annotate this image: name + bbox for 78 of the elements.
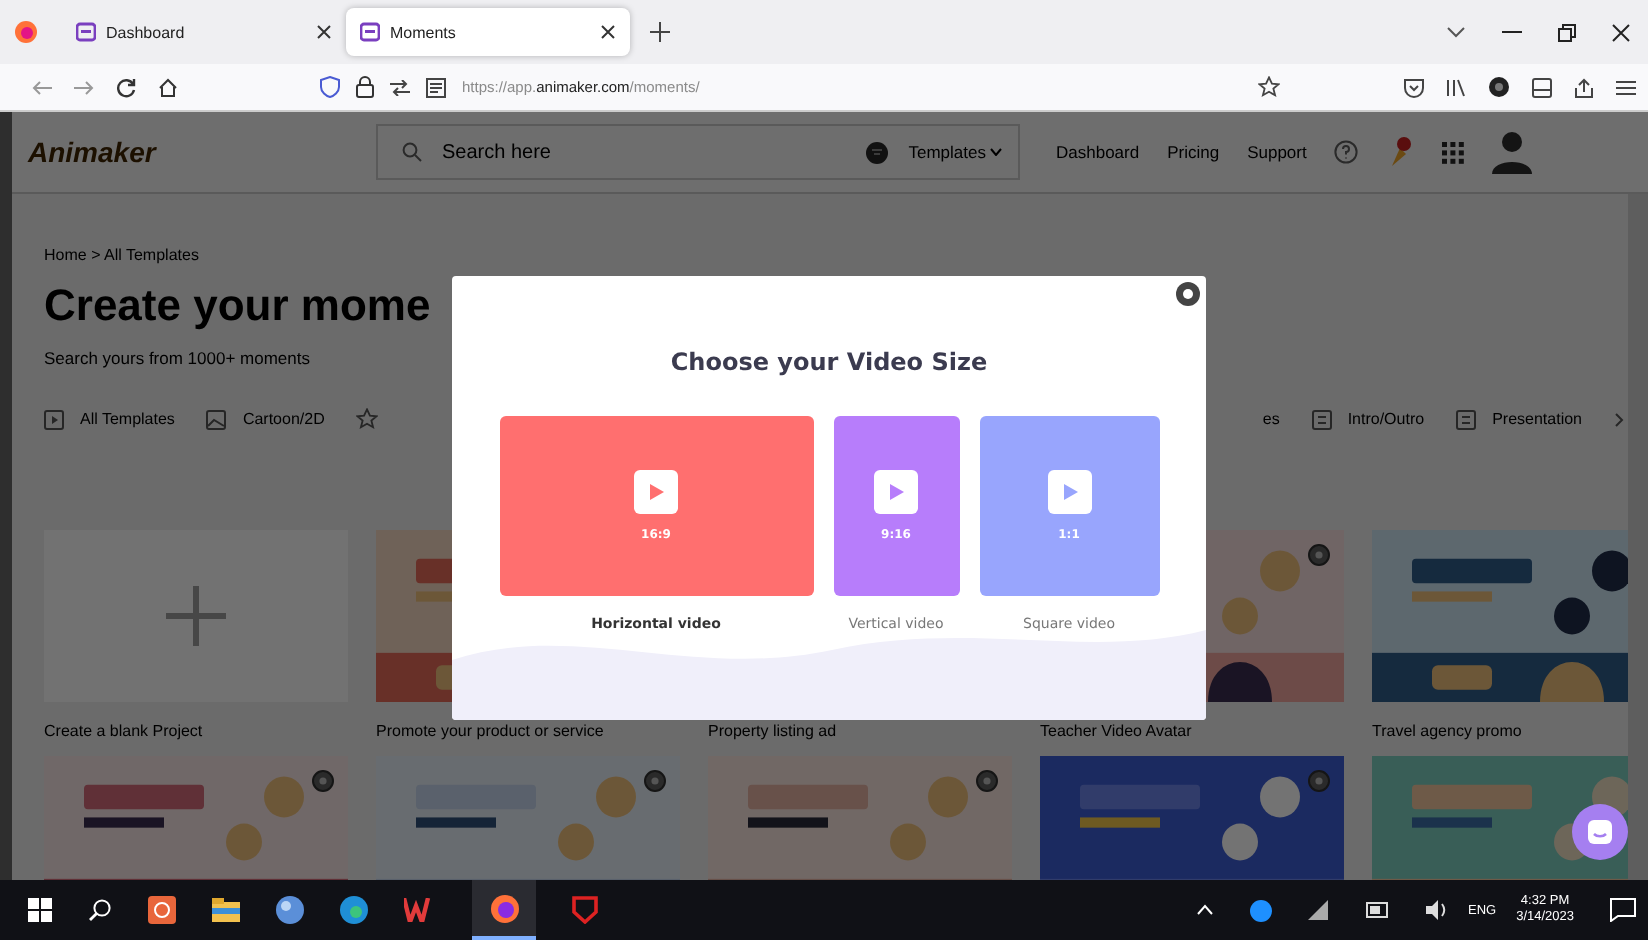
breadcrumb: Home > All Templates [44, 246, 199, 264]
folder-icon[interactable] [212, 898, 240, 922]
category-tab[interactable]: Presentation [1456, 409, 1582, 429]
templates-dropdown[interactable]: Templates [908, 142, 986, 162]
category-icon [1311, 409, 1332, 429]
avatar-icon[interactable] [1492, 130, 1533, 174]
browser-tab[interactable]: Moments [346, 8, 630, 56]
reload-icon[interactable] [116, 77, 136, 97]
browser-icon[interactable] [340, 896, 368, 924]
minimize-icon[interactable] [1502, 30, 1522, 34]
card-caption: Promote your product or service [376, 722, 606, 740]
network-icon[interactable] [1307, 900, 1330, 920]
office-icon[interactable] [404, 898, 436, 922]
nav-link[interactable]: Pricing [1167, 142, 1220, 162]
card-caption: Teacher Video Avatar [1040, 722, 1194, 740]
battery-icon[interactable] [1365, 902, 1390, 918]
category-tab[interactable]: Intro/Outro [1311, 409, 1425, 429]
library-icon[interactable] [1446, 77, 1466, 97]
app-icon [76, 22, 96, 42]
help-icon[interactable] [1334, 140, 1359, 164]
category-tab[interactable]: es [1262, 410, 1280, 428]
image-icon [206, 409, 227, 429]
account-icon[interactable] [1488, 76, 1510, 98]
chevron-down-icon[interactable] [1446, 26, 1466, 38]
page-subtitle: Search yours from 1000+ moments [44, 348, 310, 368]
shield-icon[interactable] [320, 76, 340, 98]
lock-icon[interactable] [356, 76, 374, 98]
star-icon[interactable] [356, 408, 379, 430]
play-icon [634, 470, 678, 514]
pocket-icon[interactable] [1404, 77, 1424, 97]
app-icon[interactable] [148, 896, 176, 924]
play-icon [44, 409, 64, 429]
category-tab[interactable]: Cartoon/2D [206, 409, 325, 429]
browser-tab[interactable]: Dashboard [62, 8, 346, 56]
category-icon [1456, 409, 1477, 429]
back-arrow-icon[interactable] [32, 79, 52, 95]
card-caption: Property listing ad [708, 722, 839, 740]
notification-icon[interactable] [1386, 136, 1415, 168]
play-icon [874, 470, 918, 514]
extension-icon[interactable] [1532, 77, 1552, 97]
shield-icon[interactable] [572, 896, 598, 924]
permissions-icon[interactable] [390, 79, 410, 95]
nav-link[interactable]: Dashboard [1056, 142, 1140, 162]
taskbar-button[interactable] [472, 880, 536, 940]
restore-icon[interactable] [1558, 23, 1576, 41]
chevron-up-icon[interactable] [1195, 904, 1214, 916]
card-caption: Travel agency promo [1372, 722, 1524, 740]
category-tab[interactable]: All Templates [44, 409, 175, 429]
plus-icon [166, 586, 226, 646]
chat-icon [1586, 818, 1614, 846]
play-icon [1047, 470, 1091, 514]
app-icon [360, 22, 380, 42]
browser-logo-icon [489, 893, 519, 923]
notification-center-icon[interactable] [1610, 898, 1636, 922]
reader-view-icon[interactable] [426, 77, 446, 97]
home-icon[interactable] [158, 77, 178, 97]
page-title: Create your mome [44, 280, 431, 332]
chevron-right-icon[interactable] [1614, 411, 1624, 427]
share-icon[interactable] [1574, 77, 1594, 97]
apps-grid-icon[interactable] [1442, 141, 1465, 163]
windows-start-icon[interactable] [28, 898, 52, 922]
globe-icon[interactable] [276, 896, 304, 924]
search-icon [402, 142, 422, 162]
search-icon[interactable] [88, 898, 112, 922]
dialog-title: Choose your Video Size [670, 348, 988, 376]
new-tab-icon[interactable] [650, 22, 670, 42]
search-field[interactable]: Search here Templates [376, 124, 1020, 180]
nav-link[interactable]: Support [1247, 142, 1307, 162]
card-caption: Create a blank Project [44, 722, 205, 740]
logo[interactable]: Animaker [28, 136, 348, 168]
menu-icon[interactable] [1616, 79, 1636, 95]
browser-logo-icon[interactable] [14, 20, 38, 44]
volume-icon[interactable] [1425, 900, 1448, 920]
caret-icon[interactable] [990, 148, 1002, 156]
forward-arrow-icon[interactable] [74, 79, 94, 95]
vertical-scrollbar[interactable] [1628, 194, 1648, 880]
filter-icon[interactable] [866, 141, 889, 163]
star-icon[interactable] [1258, 76, 1280, 98]
